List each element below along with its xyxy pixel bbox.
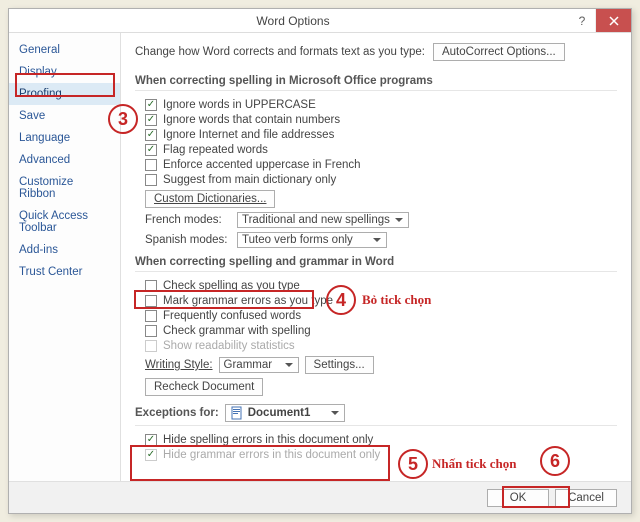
checkbox-icon [145, 295, 157, 307]
checkbox-icon [145, 449, 157, 461]
content-pane: Change how Word corrects and formats tex… [121, 33, 631, 481]
checkbox-icon [145, 325, 157, 337]
checkbox-icon [145, 280, 157, 292]
sidebar-item-general[interactable]: General [9, 39, 120, 61]
autocorrect-intro: Change how Word corrects and formats tex… [135, 46, 425, 58]
checkbox-icon [145, 114, 157, 126]
writing-style-label: Writing Style: [145, 359, 213, 371]
section3-title: Exceptions for: Document1 [135, 404, 617, 426]
cancel-button[interactable]: Cancel [555, 489, 617, 507]
checkbox-icon [145, 174, 157, 186]
titlebar: Word Options ? [9, 9, 631, 33]
sidebar-item-save[interactable]: Save [9, 105, 120, 127]
check-hide-spelling-doc[interactable]: Hide spelling errors in this document on… [145, 434, 617, 446]
exceptions-for-select[interactable]: Document1 [225, 404, 345, 422]
sidebar: General Display Proofing Save Language A… [9, 33, 121, 481]
check-ignore-numbers[interactable]: Ignore words that contain numbers [145, 114, 617, 126]
french-modes-label: French modes: [145, 214, 231, 226]
check-grammar-spelling[interactable]: Check grammar with spelling [145, 325, 617, 337]
recheck-document-button[interactable]: Recheck Document [145, 378, 263, 396]
checkbox-icon [145, 310, 157, 322]
dialog-body: General Display Proofing Save Language A… [9, 33, 631, 481]
french-modes-select[interactable]: Traditional and new spellings [237, 212, 409, 228]
sidebar-item-addins[interactable]: Add-ins [9, 239, 120, 261]
checkbox-icon [145, 129, 157, 141]
check-confused-words[interactable]: Frequently confused words [145, 310, 617, 322]
sidebar-item-display[interactable]: Display [9, 61, 120, 83]
sidebar-item-language[interactable]: Language [9, 127, 120, 149]
word-options-window: Word Options ? General Display Proofing … [8, 8, 632, 514]
autocorrect-options-button[interactable]: AutoCorrect Options... [433, 43, 565, 61]
dialog-footer: OK Cancel [9, 481, 631, 513]
sidebar-item-trust-center[interactable]: Trust Center [9, 261, 120, 283]
close-button[interactable] [595, 9, 631, 32]
checkbox-icon [145, 99, 157, 111]
sidebar-item-customize-ribbon[interactable]: Customize Ribbon [9, 171, 120, 205]
document-icon [230, 406, 244, 420]
spanish-modes-row: Spanish modes: Tuteo verb forms only [145, 232, 617, 248]
checkbox-icon [145, 159, 157, 171]
check-hide-grammar-doc: Hide grammar errors in this document onl… [145, 449, 617, 461]
section2-title: When correcting spelling and grammar in … [135, 256, 617, 272]
check-spelling-as-type[interactable]: Check spelling as you type [145, 280, 617, 292]
french-modes-row: French modes: Traditional and new spelli… [145, 212, 617, 228]
writing-style-select[interactable]: Grammar [219, 357, 299, 373]
check-flag-repeated[interactable]: Flag repeated words [145, 144, 617, 156]
checkbox-icon [145, 144, 157, 156]
ok-button[interactable]: OK [487, 489, 549, 507]
check-accented-french[interactable]: Enforce accented uppercase in French [145, 159, 617, 171]
section1-title: When correcting spelling in Microsoft Of… [135, 75, 617, 91]
writing-style-row: Writing Style: Grammar Settings... [145, 356, 617, 374]
spanish-modes-select[interactable]: Tuteo verb forms only [237, 232, 387, 248]
check-mark-grammar[interactable]: Mark grammar errors as you type [145, 295, 617, 307]
check-main-dictionary[interactable]: Suggest from main dictionary only [145, 174, 617, 186]
custom-dictionaries-button[interactable]: Custom Dictionaries... [145, 190, 275, 208]
check-readability: Show readability statistics [145, 340, 617, 352]
check-ignore-uppercase[interactable]: Ignore words in UPPERCASE [145, 99, 617, 111]
window-title: Word Options [17, 14, 569, 28]
autocorrect-row: Change how Word corrects and formats tex… [135, 43, 617, 61]
help-icon[interactable]: ? [569, 9, 595, 32]
checkbox-icon [145, 434, 157, 446]
settings-button[interactable]: Settings... [305, 356, 374, 374]
check-ignore-internet[interactable]: Ignore Internet and file addresses [145, 129, 617, 141]
close-icon [609, 16, 619, 26]
sidebar-item-qat[interactable]: Quick Access Toolbar [9, 205, 120, 239]
sidebar-item-proofing[interactable]: Proofing [9, 83, 120, 105]
spanish-modes-label: Spanish modes: [145, 234, 231, 246]
checkbox-icon [145, 340, 157, 352]
window-controls: ? [569, 9, 631, 32]
sidebar-item-advanced[interactable]: Advanced [9, 149, 120, 171]
